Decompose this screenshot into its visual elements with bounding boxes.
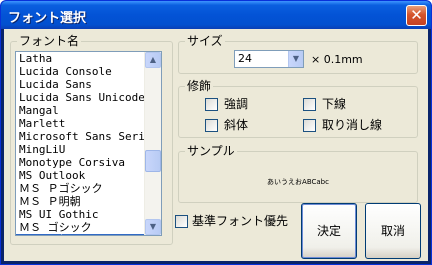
ok-button[interactable]: 決定 <box>301 203 357 259</box>
window-title: フォント選択 <box>8 11 87 26</box>
italic-label: 斜体 <box>224 118 249 132</box>
font-list-item[interactable]: MingLiU <box>16 143 145 156</box>
dialog-body: フォント名 Latha Lucida Console Lucida Sans Luci… <box>4 29 428 261</box>
font-list[interactable]: Latha Lucida Console Lucida Sans Lucida San… <box>15 51 162 236</box>
size-label: サイズ <box>185 33 225 49</box>
bold-checkbox[interactable] <box>205 98 218 111</box>
bold-label: 強調 <box>224 97 249 111</box>
size-dropdown-button[interactable]: ▼ <box>288 51 303 67</box>
scroll-down-button[interactable]: ▼ <box>145 219 161 235</box>
font-name-group: フォント名 Latha Lucida Console Lucida Sans Luci… <box>10 33 173 245</box>
sample-label: サンプル <box>185 143 237 159</box>
title-bar[interactable]: フォント選択 ✕ <box>1 1 431 29</box>
font-list-item[interactable]: Lucida Console <box>16 65 145 78</box>
size-select[interactable]: 24 ▼ <box>234 50 304 68</box>
size-group: サイズ 24 ▼ × 0.1mm <box>178 33 418 74</box>
font-list-item[interactable]: Lucida Sans <box>16 78 145 91</box>
standard-font-label: 基準フォント優先 <box>192 214 289 228</box>
font-list-item[interactable]: ＭＳ 明朝 <box>16 234 145 235</box>
style-group: 修飾 強調 下線 斜体 取り消し線 <box>178 78 418 138</box>
scroll-thumb[interactable] <box>145 150 161 172</box>
italic-checkbox[interactable] <box>205 119 218 132</box>
chevron-down-icon: ▼ <box>292 54 300 63</box>
font-name-label: フォント名 <box>17 33 82 49</box>
font-list-item[interactable]: Monotype Corsiva <box>16 156 145 169</box>
scroll-up-button[interactable]: ▲ <box>145 52 161 68</box>
standard-font-checkbox[interactable] <box>175 215 188 228</box>
arrow-down-icon: ▼ <box>149 222 157 231</box>
sample-text: あいうえおABCabc <box>267 178 329 186</box>
font-list-item[interactable]: ＭＳ Ｐゴシック <box>16 182 145 195</box>
font-list-item[interactable]: ＭＳ ゴシック <box>16 221 145 234</box>
arrow-up-icon: ▲ <box>149 55 157 64</box>
size-value: 24 <box>238 52 252 65</box>
font-list-item[interactable]: Lucida Sans Unicode <box>16 91 145 104</box>
font-list-item[interactable]: Marlett <box>16 117 145 130</box>
underline-checkbox[interactable] <box>303 98 316 111</box>
font-select-dialog: フォント選択 ✕ フォント名 Latha Lucida Console Lucida… <box>0 0 432 265</box>
font-list-items: Latha Lucida Console Lucida Sans Lucida San… <box>16 52 145 235</box>
cancel-button[interactable]: 取消 <box>365 203 421 259</box>
font-list-item[interactable]: ＭＳ Ｐ明朝 <box>16 195 145 208</box>
strikeout-checkbox[interactable] <box>303 119 316 132</box>
underline-label: 下線 <box>322 97 347 111</box>
font-list-item[interactable]: MS UI Gothic <box>16 208 145 221</box>
font-list-item[interactable]: Latha <box>16 52 145 65</box>
style-label: 修飾 <box>185 78 214 94</box>
close-icon: ✕ <box>410 6 423 24</box>
close-button[interactable]: ✕ <box>406 5 427 26</box>
font-list-item[interactable]: MS Outlook <box>16 169 145 182</box>
strikeout-label: 取り消し線 <box>322 118 383 132</box>
font-list-item[interactable]: Mangal <box>16 104 145 117</box>
sample-group: サンプル あいうえおABCabc <box>178 143 418 203</box>
size-unit: × 0.1mm <box>311 53 363 66</box>
font-list-item[interactable]: Microsoft Sans Serif <box>16 130 145 143</box>
font-list-scrollbar[interactable]: ▲ ▼ <box>144 52 161 235</box>
